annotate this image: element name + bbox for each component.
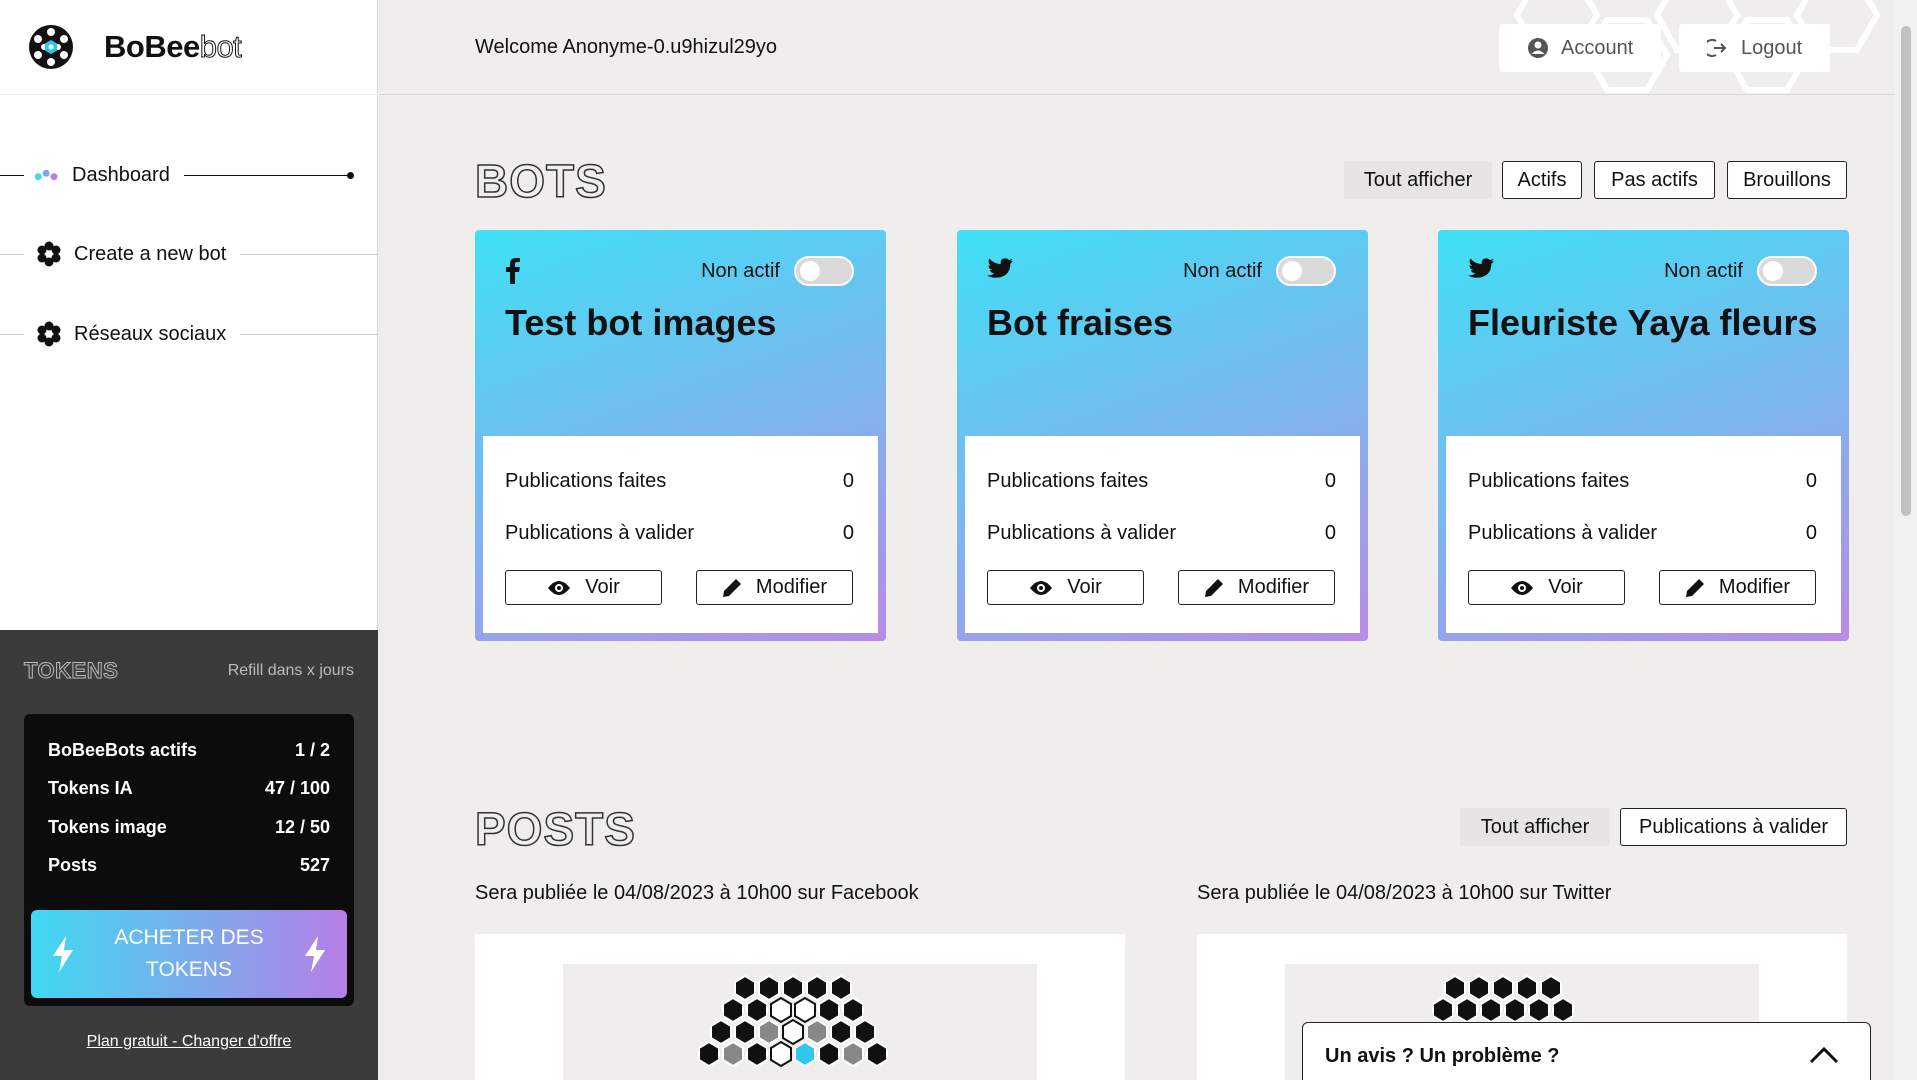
- welcome-text: Welcome Anonyme-0.u9hizul29yo: [475, 36, 778, 58]
- bot-stats: Publications faites 0 Publications à vali…: [483, 436, 878, 633]
- bot-status: Non actif: [701, 260, 780, 282]
- bot-status: Non actif: [1664, 260, 1743, 282]
- bots-filter-active[interactable]: Actifs: [1502, 161, 1582, 199]
- lightning-icon: [53, 936, 73, 972]
- scrollbar[interactable]: [1895, 0, 1917, 1080]
- user-icon: [1528, 38, 1548, 58]
- twitter-icon: [1468, 258, 1494, 278]
- sidebar-item-label: Create a new bot: [74, 242, 227, 265]
- posts-filter-pending[interactable]: Publications à valider: [1620, 808, 1847, 846]
- post-image: [563, 964, 1037, 1080]
- tokens-summary: BoBeeBots actifs 1 / 2 Tokens IA 47 / 100 …: [24, 714, 354, 1006]
- edit-button[interactable]: Modifier: [1178, 570, 1335, 605]
- bots-title: BOTS: [474, 154, 607, 208]
- dots-icon: [34, 162, 60, 188]
- hex-flower-icon: [36, 321, 62, 347]
- logout-button[interactable]: Logout: [1679, 24, 1831, 72]
- bots-filter-inactive[interactable]: Pas actifs: [1594, 161, 1715, 199]
- change-plan-link[interactable]: Plan gratuit - Changer d'offre: [0, 1033, 378, 1051]
- eye-icon: [1030, 580, 1053, 595]
- pencil-icon: [1204, 578, 1223, 597]
- chevron-up-icon[interactable]: [1808, 1045, 1840, 1065]
- stat-pending: Publications à valider 0: [987, 522, 1336, 544]
- active-toggle[interactable]: [1276, 256, 1336, 286]
- tokens-panel: TOKENS Refill dans x jours BoBeeBots act…: [0, 630, 378, 1080]
- stat-published: Publications faites 0: [505, 470, 854, 492]
- logo[interactable]: BoBeebot: [24, 20, 242, 74]
- bot-stats: Publications faites 0 Publications à vali…: [965, 436, 1360, 633]
- post-caption: Sera publiée le 04/08/2023 à 10h00 sur T…: [1197, 882, 1612, 904]
- bot-name: Fleuriste Yaya fleurs: [1468, 302, 1818, 343]
- tokens-title: TOKENS: [23, 658, 119, 684]
- bot-card: Non actif Test bot images Publications f…: [475, 230, 886, 641]
- refill-text: Refill dans x jours: [227, 662, 354, 679]
- view-button[interactable]: Voir: [505, 570, 662, 605]
- lightning-icon: [305, 936, 325, 972]
- logout-icon: [1707, 39, 1727, 57]
- token-row: Tokens IA 47 / 100: [48, 778, 330, 798]
- stat-pending: Publications à valider 0: [1468, 522, 1817, 544]
- token-row: BoBeeBots actifs 1 / 2: [48, 740, 330, 760]
- feedback-label: Un avis ? Un problème ?: [1325, 1045, 1560, 1067]
- post-image-graphic: [698, 974, 888, 1068]
- bobee-logo-icon: [29, 25, 73, 69]
- eye-icon: [548, 580, 571, 595]
- edit-button[interactable]: Modifier: [1659, 570, 1816, 605]
- post-card[interactable]: [475, 934, 1125, 1080]
- logo-text: BoBeebot: [104, 29, 242, 65]
- token-row: Tokens image 12 / 50: [48, 817, 330, 837]
- sidebar-item-create-bot[interactable]: Create a new bot: [0, 234, 378, 274]
- token-row: Posts 527: [48, 855, 330, 875]
- edit-button[interactable]: Modifier: [696, 570, 853, 605]
- twitter-icon: [987, 258, 1013, 278]
- divider: [0, 94, 378, 95]
- bot-card: Non actif Fleuriste Yaya fleurs Publicat…: [1438, 230, 1849, 641]
- header: Welcome Anonyme-0.u9hizul29yo Account Lo…: [379, 0, 1897, 95]
- buy-tokens-button[interactable]: ACHETER DES TOKENS: [31, 910, 347, 998]
- posts-filter-all[interactable]: Tout afficher: [1460, 808, 1610, 846]
- scrollbar-thumb[interactable]: [1901, 26, 1911, 516]
- pencil-icon: [1685, 578, 1704, 597]
- bot-name: Test bot images: [505, 302, 777, 343]
- eye-icon: [1511, 580, 1534, 595]
- sidebar-item-label: Réseaux sociaux: [74, 322, 227, 345]
- bot-name: Bot fraises: [987, 302, 1174, 343]
- stat-published: Publications faites 0: [987, 470, 1336, 492]
- post-caption: Sera publiée le 04/08/2023 à 10h00 sur F…: [475, 882, 919, 904]
- facebook-icon: [506, 258, 520, 284]
- bots-filter-all[interactable]: Tout afficher: [1344, 161, 1492, 199]
- active-toggle[interactable]: [1757, 256, 1817, 286]
- stat-pending: Publications à valider 0: [505, 522, 854, 544]
- bot-status: Non actif: [1183, 260, 1262, 282]
- stat-published: Publications faites 0: [1468, 470, 1817, 492]
- active-toggle[interactable]: [794, 256, 854, 286]
- sidebar-item-dashboard[interactable]: Dashboard: [0, 155, 378, 195]
- pencil-icon: [722, 578, 741, 597]
- sidebar-item-label: Dashboard: [72, 163, 170, 186]
- bot-card: Non actif Bot fraises Publications faite…: [957, 230, 1368, 641]
- hex-flower-icon: [36, 241, 62, 267]
- feedback-widget[interactable]: Un avis ? Un problème ?: [1302, 1022, 1871, 1080]
- account-button[interactable]: Account: [1499, 24, 1662, 72]
- view-button[interactable]: Voir: [987, 570, 1144, 605]
- posts-title: POSTS: [474, 802, 636, 856]
- sidebar: BoBeebot Dashboard Create a new bot Rése…: [0, 0, 378, 1080]
- view-button[interactable]: Voir: [1468, 570, 1625, 605]
- sidebar-item-social-networks[interactable]: Réseaux sociaux: [0, 314, 378, 354]
- bots-filter-drafts[interactable]: Brouillons: [1727, 161, 1847, 199]
- bot-stats: Publications faites 0 Publications à vali…: [1446, 436, 1841, 633]
